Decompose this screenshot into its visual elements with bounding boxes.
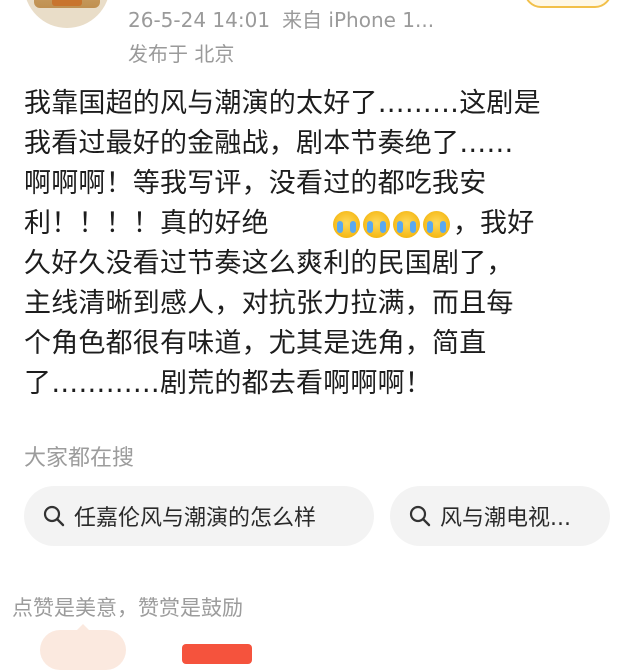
follow-button[interactable] (524, 0, 612, 8)
post-line-part: ，我好 (452, 208, 535, 239)
crying-emoji-icon (362, 211, 390, 238)
crying-emoji-icon (422, 211, 450, 238)
post-timestamp: 26-5-24 14:01 (128, 8, 271, 32)
post-line: 我看过最好的金融战，剧本节奏绝了…… (24, 128, 514, 159)
post-line: 我靠国超的风与潮演的太好了………这剧是 (24, 88, 541, 119)
post-body: 我靠国超的风与潮演的太好了………这剧是 我看过最好的金融战，剧本节奏绝了…… 啊… (24, 84, 610, 404)
post-source: 来自 iPhone 1... (282, 8, 435, 32)
search-icon (408, 504, 432, 528)
avatar[interactable] (24, 0, 110, 28)
post-line: 主线清晰到感人，对抗张力拉满，而且每 (24, 288, 514, 319)
reward-prompt: 点赞是美意，赞赏是鼓励 (12, 596, 243, 620)
avatar-decoration (52, 0, 82, 6)
search-chip-text: 风与潮电视... (440, 506, 571, 531)
post-meta: 26-5-24 14:01 来自 iPhone 1... (128, 4, 446, 33)
search-chip-text: 任嘉伦风与潮演的怎么样 (74, 506, 317, 531)
section-divider (0, 572, 630, 582)
search-chip[interactable]: 风与潮电视... (390, 486, 610, 546)
reward-like-button[interactable] (40, 624, 126, 670)
post-line: 利！！！！真的好绝 ，我好 (24, 204, 610, 244)
search-icon (42, 504, 66, 528)
crying-emoji-icon (332, 211, 360, 238)
trending-search-label: 大家都在搜 (24, 446, 135, 471)
post-line: 啊啊啊！等我写评，没看过的都吃我安 (24, 168, 487, 199)
post-location: 发布于 北京 (128, 42, 235, 66)
post-line: 了…………剧荒的都去看啊啊啊！ (24, 368, 432, 399)
crying-emoji-icon (392, 211, 420, 238)
reward-tip-button[interactable] (182, 644, 252, 664)
emoji-group (332, 211, 453, 238)
search-chip[interactable]: 任嘉伦风与潮演的怎么样 (24, 486, 374, 546)
post-line: 久好久没看过节奏这么爽利的民国剧了， (24, 248, 514, 279)
post-line: 个角色都很有味道，尤其是选角，简直 (24, 328, 487, 359)
post-line-part: 利！！！！真的好绝 (24, 208, 269, 239)
